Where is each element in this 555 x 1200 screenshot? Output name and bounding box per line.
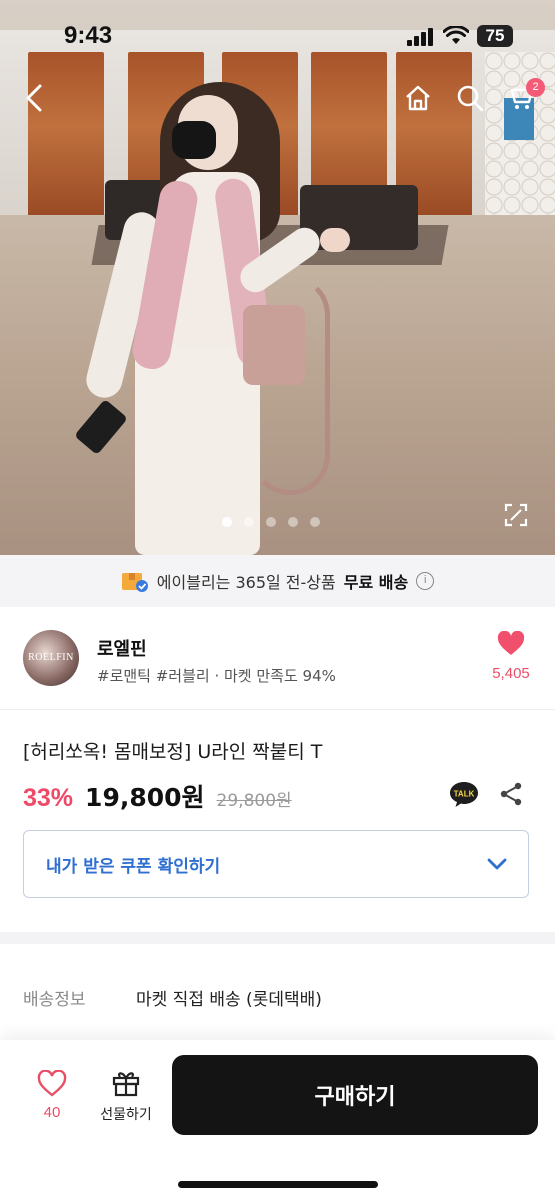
section-divider bbox=[0, 932, 555, 944]
seller-favorite-button[interactable]: 5,405 bbox=[488, 630, 534, 682]
original-price: 29,800원 bbox=[216, 791, 292, 811]
carousel-dot[interactable] bbox=[222, 517, 232, 527]
discount-rate: 33% bbox=[23, 784, 74, 812]
svg-text:TALK: TALK bbox=[454, 790, 475, 799]
expand-icon[interactable] bbox=[503, 502, 529, 528]
home-icon bbox=[406, 85, 430, 111]
gift-label: 선물하기 bbox=[100, 1107, 152, 1123]
signal-icon bbox=[407, 28, 433, 46]
home-indicator[interactable] bbox=[178, 1181, 378, 1188]
home-button[interactable] bbox=[400, 80, 436, 116]
kakao-talk-icon[interactable]: TALK bbox=[448, 780, 480, 808]
heart-filled-icon bbox=[497, 630, 525, 655]
seller-name[interactable]: 로엘핀 bbox=[97, 635, 147, 661]
seller-avatar[interactable]: ROELFIN bbox=[23, 630, 79, 686]
share-icon[interactable] bbox=[498, 781, 524, 807]
seller-section[interactable]: ROELFIN 로엘핀 #로맨틱 #러블리 · 마켓 만족도 94% 5,405 bbox=[0, 607, 555, 710]
delivery-info-row: 배송정보 마켓 직접 배송 (롯데택배) bbox=[23, 985, 322, 1010]
bottom-action-bar: 40 선물하기 구매하기 bbox=[0, 1040, 555, 1200]
seller-favorite-count: 5,405 bbox=[492, 665, 530, 682]
carousel-indicator bbox=[222, 517, 320, 527]
coupon-check-button[interactable]: 내가 받은 쿠폰 확인하기 bbox=[23, 830, 529, 898]
sale-price: 19,800원 bbox=[85, 783, 205, 812]
carousel-dot[interactable] bbox=[288, 517, 298, 527]
coupon-label: 내가 받은 쿠폰 확인하기 bbox=[46, 856, 221, 877]
like-count: 40 bbox=[43, 1104, 61, 1121]
carousel-dot[interactable] bbox=[266, 517, 276, 527]
gift-icon bbox=[112, 1072, 140, 1097]
cart-count-badge: 2 bbox=[526, 78, 545, 97]
photo-wood-panel bbox=[28, 52, 104, 217]
delivery-info-value: 마켓 직접 배송 (롯데택배) bbox=[136, 990, 322, 1010]
search-button[interactable] bbox=[452, 80, 488, 116]
product-image-carousel[interactable]: 9:43 75 2 bbox=[0, 0, 555, 555]
shipping-text-bold: 무료 배송 bbox=[343, 573, 409, 592]
price-row: 33% 19,800원 29,800원 bbox=[23, 778, 292, 814]
gift-button[interactable]: 선물하기 bbox=[92, 1068, 160, 1124]
chevron-down-icon bbox=[487, 858, 507, 870]
free-shipping-banner[interactable]: 에이블리는 365일 전-상품 무료 배송 i bbox=[0, 555, 555, 607]
delivery-box-icon bbox=[121, 573, 148, 592]
like-button[interactable]: 40 bbox=[30, 1069, 74, 1121]
info-icon[interactable]: i bbox=[416, 572, 435, 590]
shipping-text: 에이블리는 365일 전-상품 bbox=[156, 573, 336, 592]
search-icon bbox=[457, 85, 484, 112]
wifi-icon bbox=[443, 26, 469, 44]
delivery-info-key: 배송정보 bbox=[23, 990, 86, 1010]
buy-button[interactable]: 구매하기 bbox=[172, 1055, 538, 1135]
status-bar: 9:43 75 bbox=[0, 0, 555, 70]
carousel-dot[interactable] bbox=[244, 517, 254, 527]
seller-tags: #로맨틱 #러블리 · 마켓 만족도 94% bbox=[97, 667, 336, 685]
chevron-left-icon bbox=[26, 84, 42, 112]
carousel-dot[interactable] bbox=[310, 517, 320, 527]
battery-indicator: 75 bbox=[477, 25, 513, 47]
back-button[interactable] bbox=[16, 80, 52, 116]
heart-outline-icon bbox=[37, 1069, 67, 1097]
product-title: [허리쏘옥! 몸매보정] U라인 짝붙티 T bbox=[23, 741, 323, 763]
status-time: 9:43 bbox=[64, 22, 113, 49]
